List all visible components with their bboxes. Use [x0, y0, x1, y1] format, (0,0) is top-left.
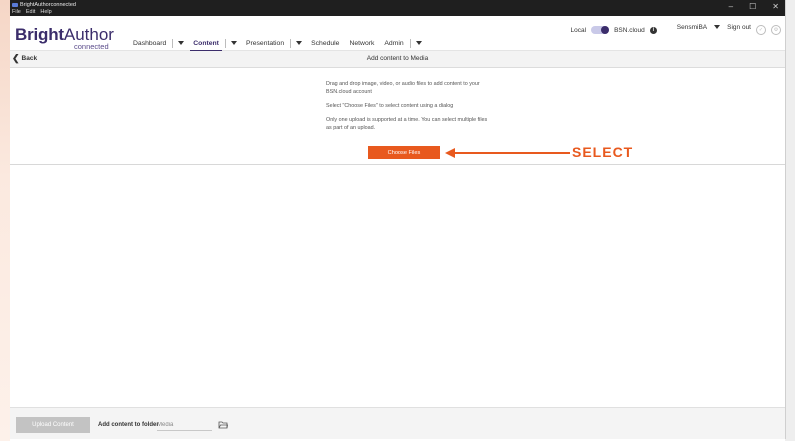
user-name: SensmiBA: [676, 23, 708, 31]
left-edge-decoration: [0, 0, 10, 441]
instruction-single-upload: Only one upload is supported at a time. …: [326, 117, 488, 131]
window-controls: – ☐ ✕: [729, 2, 779, 11]
folder-open-icon[interactable]: [218, 420, 228, 430]
choose-files-button[interactable]: Choose Files: [368, 146, 440, 159]
minimize-icon[interactable]: –: [729, 2, 733, 11]
brightauthor-logo: BrightAuthor connected: [15, 25, 114, 51]
app-header: BrightAuthor connected Dashboard Content…: [10, 16, 785, 52]
settings-icon[interactable]: ⚙: [771, 25, 781, 35]
sub-toolbar: ❮ Back Add content to Media: [10, 51, 785, 68]
admin-dropdown-icon[interactable]: [415, 41, 422, 45]
content-dropdown-icon[interactable]: [230, 41, 237, 45]
nav-content-label: Content: [193, 39, 219, 47]
local-label: Local: [570, 26, 587, 34]
nav-separator: [172, 38, 174, 48]
nav-presentation-label: Presentation: [245, 39, 285, 47]
upload-instructions: Drag and drop image, video, or audio fil…: [326, 80, 491, 138]
nav-schedule[interactable]: Schedule: [306, 37, 344, 49]
logo-bright: Bright: [15, 25, 64, 44]
nav-network[interactable]: Network: [344, 37, 379, 49]
toggle-knob: [601, 26, 610, 34]
cloud-label: BSN.cloud: [614, 26, 645, 34]
nav-dashboard[interactable]: Dashboard: [128, 37, 171, 49]
upload-content-button[interactable]: Upload Content: [16, 417, 90, 433]
nav-admin[interactable]: Admin: [379, 37, 408, 49]
sign-out-link[interactable]: Sign out: [727, 24, 751, 31]
main-nav: Dashboard Content Presentation Schedule …: [128, 37, 426, 52]
presentation-dropdown-icon[interactable]: [296, 41, 303, 45]
instruction-drag-drop: Drag and drop image, video, or audio fil…: [326, 81, 480, 95]
app-window: BrightAuthorconnected File Edit Help – ☐…: [10, 0, 786, 439]
menu-help[interactable]: Help: [40, 9, 51, 15]
maximize-icon[interactable]: ☐: [749, 2, 756, 11]
logo-connected: connected: [74, 42, 109, 51]
page-title: Add content to Media: [366, 55, 429, 62]
arrow-left-icon: [445, 148, 570, 158]
check-icon[interactable]: ✓: [756, 25, 766, 35]
app-icon: [12, 3, 18, 7]
nav-separator: [224, 38, 226, 48]
menu-file[interactable]: File: [12, 9, 21, 15]
close-icon[interactable]: ✕: [772, 2, 779, 11]
nav-schedule-label: Schedule: [311, 39, 340, 47]
info-icon[interactable]: i: [649, 26, 657, 34]
nav-network-label: Network: [349, 39, 375, 47]
nav-dashboard-label: Dashboard: [133, 39, 167, 47]
nav-content[interactable]: Content: [188, 37, 224, 52]
title-bar: BrightAuthorconnected File Edit Help – ☐…: [10, 0, 785, 16]
menu-edit[interactable]: Edit: [26, 9, 35, 15]
upload-footer: Upload Content Add content to folder: [10, 407, 785, 439]
nav-separator: [409, 38, 411, 48]
menu-bar: File Edit Help: [12, 9, 52, 15]
folder-label: Add content to folder: [98, 422, 159, 428]
local-cloud-toggle[interactable]: [591, 26, 610, 34]
instruction-choose: Select "Choose Files" to select content …: [326, 103, 454, 109]
dashboard-dropdown-icon[interactable]: [178, 41, 185, 45]
select-annotation: SELECT: [572, 144, 634, 160]
right-edge-decoration: [785, 0, 795, 441]
file-drop-zone[interactable]: Drag and drop image, video, or audio fil…: [10, 68, 785, 165]
user-dropdown-icon[interactable]: [714, 25, 721, 29]
header-right: Local BSN.cloud i SensmiBA Sign out ✓ ⚙: [570, 23, 781, 35]
nav-admin-label: Admin: [384, 39, 404, 47]
window-title: BrightAuthorconnected: [20, 2, 76, 8]
nav-presentation[interactable]: Presentation: [241, 37, 289, 49]
folder-input[interactable]: [157, 420, 212, 431]
nav-separator: [290, 38, 292, 48]
